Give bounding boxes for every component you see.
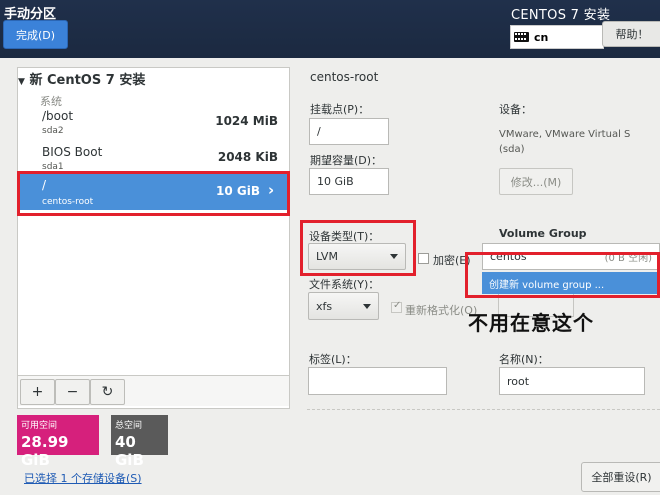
available-space-box: 可用空间 28.99 GiB: [17, 415, 99, 469]
system-group-label: 系统: [40, 95, 62, 108]
annotation-text: 不用在意这个: [468, 311, 594, 335]
total-space-label: 总空间: [115, 421, 143, 431]
mount-size: 1024 MiB: [215, 114, 278, 128]
reset-all-button[interactable]: 全部重设(R): [581, 462, 660, 492]
refresh-button[interactable]: ↻: [90, 379, 125, 405]
storage-devices-link[interactable]: 已选择 1 个存储设备(S): [24, 470, 142, 486]
done-button[interactable]: 完成(D): [3, 20, 68, 49]
product-title: CENTOS 7 安装: [511, 8, 611, 23]
label-field-label: 标签(L)：: [309, 353, 357, 366]
keyboard-icon: [514, 32, 529, 42]
filesystem-label: 文件系统(Y)：: [309, 278, 380, 291]
remove-mount-button[interactable]: −: [55, 379, 90, 405]
capacity-input[interactable]: 10 GiB: [309, 168, 389, 195]
expander-arrow-icon: ▼: [18, 77, 25, 87]
name-field-label: 名称(N)：: [499, 353, 549, 366]
available-space-value: 28.99 GiB: [21, 433, 69, 469]
highlight-box-volume-group: [465, 252, 660, 298]
mount-name: /boot: [42, 109, 74, 123]
reformat-label: 重新格式化(O): [405, 304, 478, 317]
total-space-value: 40 GiB: [115, 433, 144, 469]
checkmark-icon: ✓: [393, 300, 402, 311]
filesystem-select[interactable]: xfs: [308, 292, 379, 320]
mount-point-input[interactable]: /: [309, 118, 389, 145]
mount-toolbar: + − ↻: [18, 375, 289, 406]
device-label: 设备：: [499, 103, 532, 116]
total-space-box: 总空间 40 GiB: [111, 415, 168, 469]
modify-button[interactable]: 修改...(M): [499, 168, 573, 195]
mount-device: sda2: [42, 126, 64, 136]
mount-name: BIOS Boot: [42, 145, 103, 159]
highlight-box-device-type: [300, 220, 416, 276]
install-group-header[interactable]: ▼ 新 CentOS 7 安装: [18, 69, 145, 88]
capacity-label: 期望容量(D)：: [310, 154, 383, 167]
dropdown-arrow-icon: [363, 303, 371, 309]
name-input[interactable]: root: [499, 367, 645, 395]
label-input[interactable]: [308, 367, 447, 395]
mount-size: 2048 KiB: [217, 150, 278, 164]
keyboard-layout-label: cn: [534, 30, 549, 44]
mount-point-label: 挂载点(P)：: [310, 103, 370, 116]
divider: [307, 409, 660, 410]
volume-group-label: Volume Group: [499, 227, 587, 240]
add-mount-button[interactable]: +: [20, 379, 55, 405]
reformat-checkbox[interactable]: ✓: [391, 300, 402, 313]
detail-title: centos-root: [310, 70, 379, 84]
encrypt-checkbox[interactable]: [418, 253, 429, 264]
help-button[interactable]: 帮助！: [602, 21, 660, 47]
keyboard-layout-indicator[interactable]: cn: [510, 25, 604, 49]
highlight-box-selected-mount: [17, 171, 290, 216]
device-value: VMware, VMware Virtual S (sda): [499, 129, 631, 155]
mount-row-boot[interactable]: /boot sda2 1024 MiB: [40, 109, 280, 139]
available-space-label: 可用空间: [21, 421, 58, 431]
install-header-label: 新 CentOS 7 安装: [29, 73, 146, 88]
filesystem-value: xfs: [316, 299, 333, 313]
